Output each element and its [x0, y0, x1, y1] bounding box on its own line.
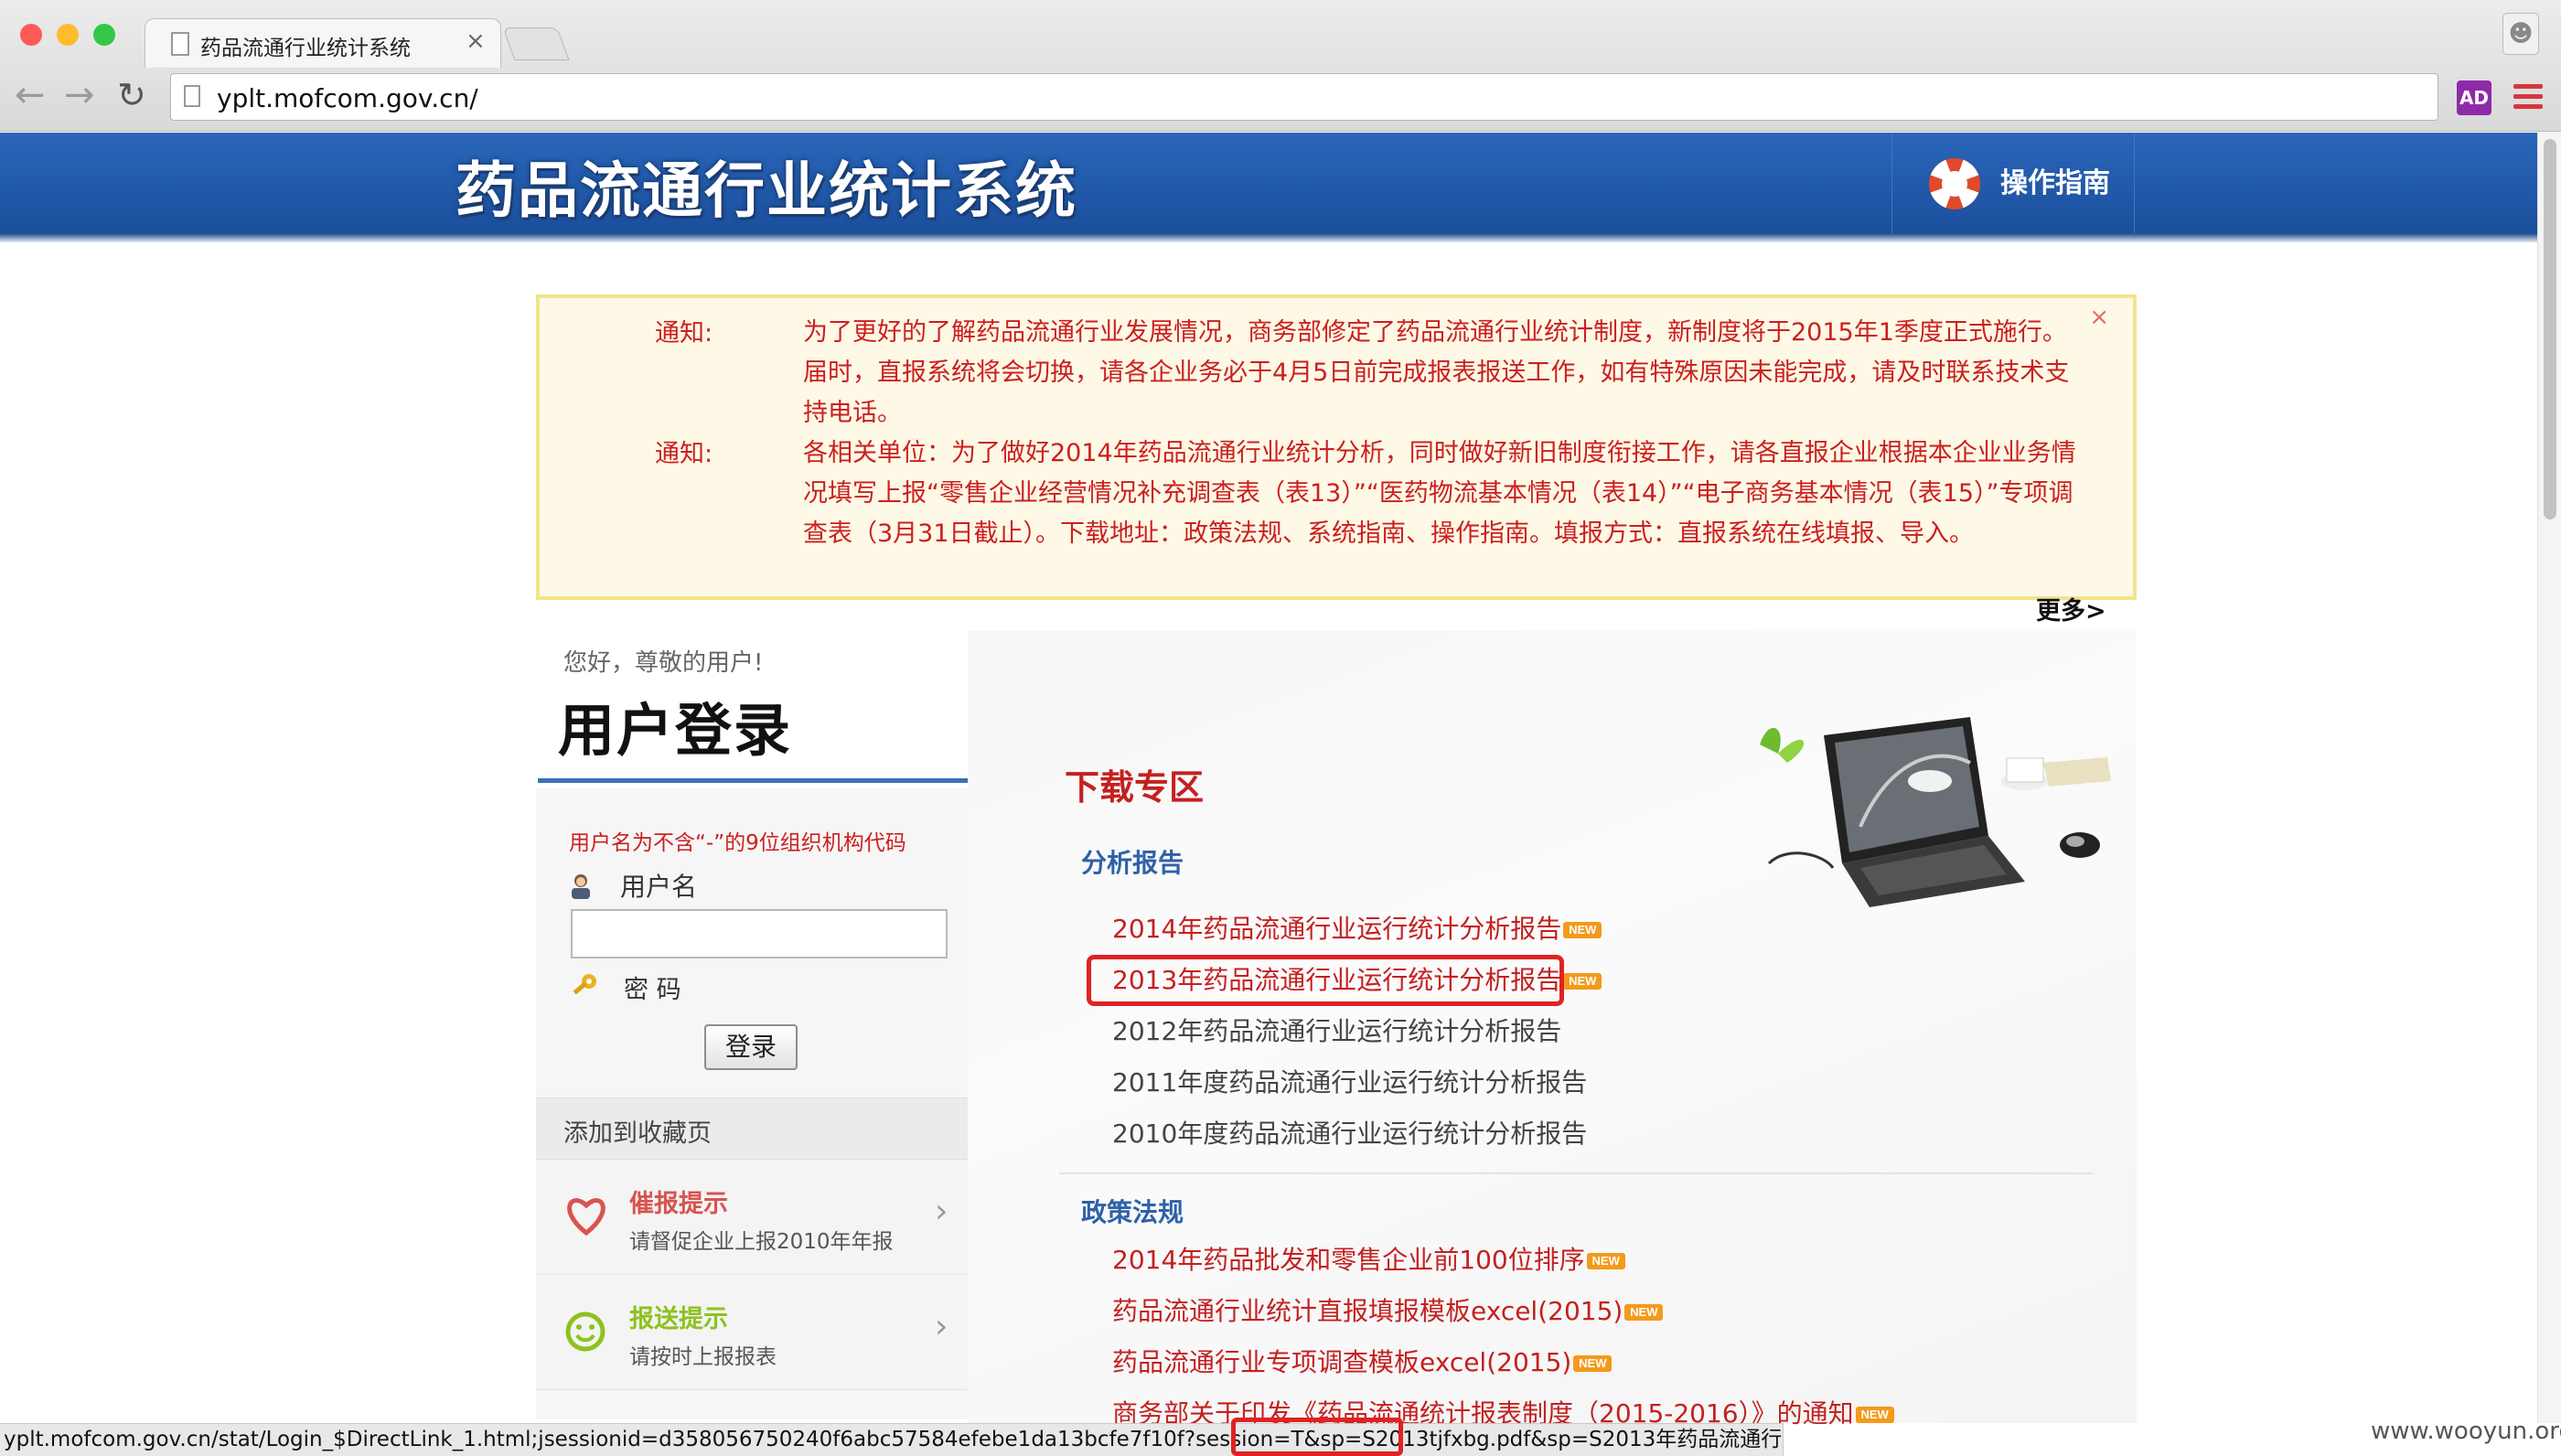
new-badge: NEW — [1563, 973, 1602, 990]
menu-icon[interactable] — [2513, 84, 2543, 112]
new-badge: NEW — [1855, 1407, 1894, 1423]
page-icon — [184, 85, 200, 107]
site-header: 药品流通行业统计系统 操作指南 — [0, 133, 2537, 242]
new-tab-button[interactable] — [502, 27, 570, 60]
smiley-icon — [565, 1311, 605, 1352]
chevron-right-icon: › — [935, 1193, 948, 1230]
close-window-button[interactable] — [20, 24, 42, 46]
reminder-tip[interactable]: 催报提示 请督促企业上报2010年年报 › — [536, 1160, 968, 1275]
report-link-text[interactable]: 2011年度药品流通行业运行统计分析报告 — [1112, 1067, 1587, 1097]
adblock-icon[interactable]: AD — [2457, 80, 2491, 115]
policy-link-text[interactable]: 2014年药品批发和零售企业前100位排序 — [1112, 1245, 1585, 1275]
report-link-text[interactable]: 2014年药品流通行业运行统计分析报告 — [1112, 914, 1561, 944]
add-bookmark-link[interactable]: 添加到收藏页 — [536, 1097, 968, 1160]
login-button[interactable]: 登录 — [704, 1024, 798, 1070]
section-title-reports[interactable]: 分析报告 — [1081, 843, 1184, 880]
new-badge: NEW — [1586, 1253, 1625, 1269]
lifebuoy-icon — [1929, 158, 1980, 209]
policy-link[interactable]: 2014年药品批发和零售企业前100位排序 NEW — [1112, 1240, 1625, 1277]
laptop-illustration — [1760, 717, 2111, 907]
login-panel: 用户名为不含“-”的9位组织机构代码 用户名 密 码 登录 添加到收藏页 催报提… — [536, 788, 968, 1419]
report-link[interactable]: 2011年度药品流通行业运行统计分析报告 — [1112, 1063, 1587, 1099]
more-link[interactable]: 更多> — [2036, 591, 2106, 626]
login-title-text: 用户登录 — [558, 697, 793, 764]
notice-box: × 通知: 为了更好的了解药品流通行业发展情况，商务部修定了药品流通行业统计制度… — [536, 294, 2137, 600]
status-bar: yplt.mofcom.gov.cn/stat/Login_$DirectLin… — [0, 1423, 1784, 1456]
report-link[interactable]: 2014年药品流通行业运行统计分析报告 NEW — [1112, 909, 1602, 946]
back-arrow-icon[interactable]: ← — [15, 77, 46, 113]
address-bar[interactable]: yplt.mofcom.gov.cn/ — [170, 73, 2438, 121]
username-hint: 用户名为不含“-”的9位组织机构代码 — [569, 831, 906, 855]
new-badge: NEW — [1573, 1355, 1613, 1372]
report-link[interactable]: 2010年度药品流通行业运行统计分析报告 — [1112, 1114, 1587, 1151]
notice-text: 为了更好的了解药品流通行业发展情况，商务部修定了药品流通行业统计制度，新制度将于… — [803, 318, 2070, 427]
browser-chrome: 药品流通行业统计系统 × ☻ ← → ↻ yplt.mofcom.gov.cn/… — [0, 0, 2561, 132]
notice-label: 通知: — [655, 319, 713, 348]
profile-icon[interactable]: ☻ — [2502, 13, 2539, 55]
submit-tip[interactable]: 报送提示 请按时上报报表 › — [536, 1275, 968, 1390]
site-title: 药品流通行业统计系统 — [455, 155, 1077, 226]
url-text[interactable]: yplt.mofcom.gov.cn/ — [217, 83, 478, 113]
policy-link-text[interactable]: 药品流通行业专项调查模板excel(2015) — [1112, 1347, 1571, 1377]
policy-link[interactable]: 药品流通行业统计直报填报模板excel(2015) NEW — [1112, 1291, 1664, 1328]
watermark: www.wooyun.org — [2371, 1418, 2561, 1445]
login-title: 用户登录 — [538, 673, 968, 783]
download-title: 下载专区 — [1065, 767, 1205, 808]
minimize-window-button[interactable] — [57, 24, 79, 46]
status-highlight-annotation — [1231, 1418, 1403, 1456]
username-label: 用户名 — [620, 872, 698, 902]
highlight-annotation — [1087, 955, 1564, 1006]
new-badge: NEW — [1563, 922, 1602, 938]
notice-text: 各相关单位：为了做好2014年药品流通行业统计分析，同时做好新旧制度衔接工作，请… — [803, 439, 2076, 548]
tab-title: 药品流通行业统计系统 — [200, 37, 411, 60]
submit-tip-title: 报送提示 — [629, 1305, 728, 1333]
heart-icon — [567, 1198, 605, 1237]
report-link-text[interactable]: 2012年药品流通行业运行统计分析报告 — [1112, 1016, 1561, 1046]
section-divider — [1059, 1172, 2093, 1174]
tab-close-icon[interactable]: × — [466, 27, 486, 55]
scrollbar-thumb[interactable] — [2544, 139, 2556, 519]
add-bookmark-label: 添加到收藏页 — [563, 1119, 712, 1148]
notice-label: 通知: — [655, 440, 713, 468]
reload-icon[interactable]: ↻ — [117, 77, 146, 113]
policy-link[interactable]: 药品流通行业专项调查模板excel(2015) NEW — [1112, 1343, 1613, 1379]
report-link[interactable]: 2012年药品流通行业运行统计分析报告 — [1112, 1012, 1561, 1048]
key-icon — [573, 974, 596, 995]
forward-arrow-icon[interactable]: → — [64, 77, 95, 113]
submit-tip-desc: 请按时上报报表 — [629, 1345, 777, 1369]
section-title-policy[interactable]: 政策法规 — [1081, 1193, 1184, 1229]
guide-button[interactable]: 操作指南 — [1891, 133, 2135, 233]
report-link-text[interactable]: 2010年度药品流通行业运行统计分析报告 — [1112, 1119, 1587, 1149]
browser-tab[interactable]: 药品流通行业统计系统 × — [145, 18, 501, 68]
guide-label: 操作指南 — [2000, 167, 2110, 199]
username-input[interactable] — [571, 909, 948, 958]
download-panel: 下载专区 分析报告 2014年药品流通行业运行统计分析报告 NEW 2013年药品… — [968, 631, 2137, 1429]
chevron-right-icon: › — [935, 1308, 948, 1345]
page-scrollbar[interactable] — [2537, 132, 2561, 1423]
password-label: 密 码 — [624, 976, 681, 1004]
policy-link-text[interactable]: 药品流通行业统计直报填报模板excel(2015) — [1112, 1296, 1623, 1326]
reminder-tip-title: 催报提示 — [629, 1190, 728, 1218]
reminder-tip-desc: 请督促企业上报2010年年报 — [629, 1230, 894, 1254]
new-badge: NEW — [1624, 1304, 1664, 1321]
page-icon — [171, 32, 189, 56]
maximize-window-button[interactable] — [93, 24, 115, 46]
user-icon — [572, 874, 590, 899]
